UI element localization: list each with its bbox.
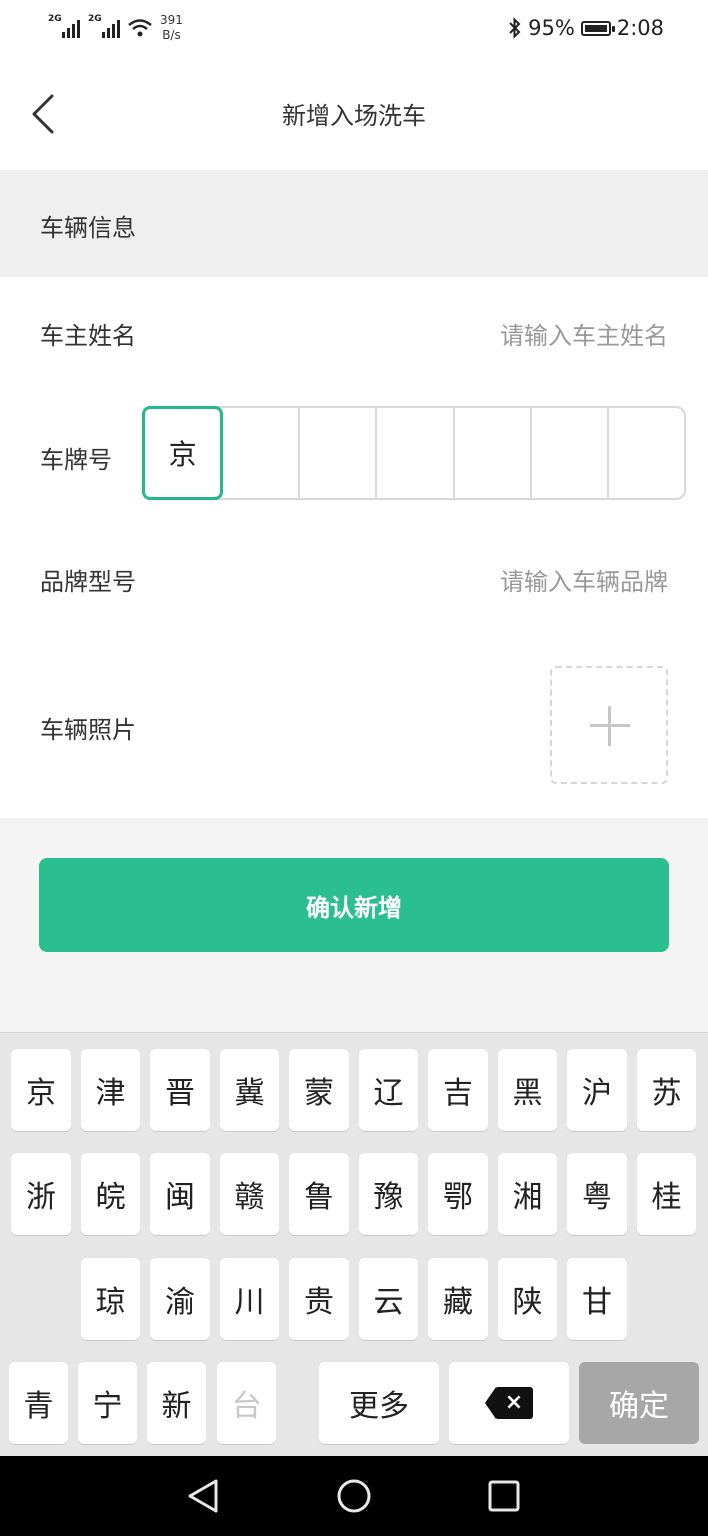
nav-bar: 新增入场洗车	[0, 60, 708, 170]
key-province[interactable]: 青	[9, 1362, 68, 1444]
key-province-disabled: 台	[217, 1362, 276, 1444]
key-province[interactable]: 川	[220, 1258, 279, 1340]
signal-2-icon: 2G	[88, 14, 120, 38]
key-province[interactable]: 津	[81, 1049, 140, 1131]
key-province[interactable]: 宁	[78, 1362, 137, 1444]
key-province[interactable]: 蒙	[289, 1049, 349, 1131]
wifi-icon	[128, 19, 152, 37]
key-province[interactable]: 苏	[637, 1049, 696, 1131]
key-province[interactable]: 豫	[359, 1153, 418, 1235]
key-province[interactable]: 辽	[359, 1049, 418, 1131]
plate-keyboard: 京 津 晋 冀 蒙 辽 吉 黑 沪 苏 浙 皖 闽 赣 鲁 豫 鄂 湘 粤 桂 …	[0, 1032, 708, 1456]
backspace-key[interactable]: ×	[449, 1362, 569, 1444]
key-province[interactable]: 琼	[81, 1258, 140, 1340]
key-province[interactable]: 贵	[289, 1258, 349, 1340]
key-province[interactable]: 陕	[498, 1258, 557, 1340]
nav-back-icon[interactable]	[186, 1478, 220, 1514]
key-province[interactable]: 京	[11, 1049, 71, 1131]
key-province[interactable]: 湘	[498, 1153, 557, 1235]
status-time: 2:08	[616, 16, 664, 40]
system-nav-bar	[0, 1456, 708, 1536]
owner-name-label: 车主姓名	[40, 322, 136, 350]
vehicle-info-section-header: 车辆信息	[0, 170, 708, 277]
plate-input[interactable]: 京	[142, 406, 686, 500]
net-speed: 391 B/s	[160, 13, 183, 43]
key-province[interactable]: 云	[359, 1258, 418, 1340]
plate-cell[interactable]	[532, 408, 609, 498]
key-province[interactable]: 藏	[428, 1258, 488, 1340]
page-title: 新增入场洗车	[282, 102, 426, 130]
key-province[interactable]: 浙	[11, 1153, 71, 1235]
signal-1-icon: 2G	[48, 14, 80, 38]
plate-cell[interactable]	[300, 408, 378, 498]
key-province[interactable]: 皖	[81, 1153, 140, 1235]
key-province[interactable]: 吉	[428, 1049, 488, 1131]
section-title: 车辆信息	[40, 214, 136, 242]
key-province[interactable]: 鲁	[289, 1153, 349, 1235]
photo-upload-button[interactable]	[550, 666, 668, 784]
status-bar: 2G 2G 391 B/s 95% 2:08	[0, 0, 708, 60]
net-speed-value: 391	[160, 13, 183, 27]
key-province[interactable]: 鄂	[428, 1153, 488, 1235]
key-province[interactable]: 赣	[220, 1153, 279, 1235]
key-province[interactable]: 晋	[150, 1049, 210, 1131]
plate-number-label: 车牌号	[40, 446, 112, 474]
more-key[interactable]: 更多	[319, 1362, 439, 1444]
key-province[interactable]: 新	[147, 1362, 206, 1444]
plate-cell[interactable]	[455, 408, 532, 498]
vehicle-photo-label: 车辆照片	[40, 716, 136, 744]
plate-cell[interactable]	[223, 408, 301, 498]
nav-home-icon[interactable]	[336, 1478, 372, 1514]
key-province[interactable]: 粤	[567, 1153, 627, 1235]
signal-2-label: 2G	[88, 14, 102, 24]
bluetooth-icon	[509, 17, 521, 39]
plate-cell[interactable]: 京	[142, 406, 224, 500]
nav-recents-icon[interactable]	[488, 1480, 520, 1512]
key-province[interactable]: 冀	[220, 1049, 279, 1131]
net-speed-unit: B/s	[162, 28, 181, 42]
key-province[interactable]: 沪	[567, 1049, 627, 1131]
owner-name-input[interactable]: 请输入车主姓名	[500, 316, 668, 351]
key-province[interactable]: 甘	[567, 1258, 627, 1340]
confirm-add-button[interactable]: 确认新增	[39, 858, 669, 952]
key-province[interactable]: 闽	[150, 1153, 210, 1235]
key-province[interactable]: 桂	[637, 1153, 696, 1235]
battery-icon	[580, 20, 615, 36]
signal-1-label: 2G	[48, 14, 62, 24]
key-province[interactable]: 黑	[498, 1049, 557, 1131]
brand-model-label: 品牌型号	[40, 568, 136, 596]
keyboard-confirm-key[interactable]: 确定	[579, 1362, 699, 1444]
key-province[interactable]: 渝	[150, 1258, 210, 1340]
plate-cell[interactable]	[609, 408, 684, 498]
status-right: 95% 2:08	[508, 16, 664, 40]
brand-model-input[interactable]: 请输入车辆品牌	[500, 562, 668, 597]
backspace-icon: ×	[485, 1387, 533, 1419]
battery-percent: 95%	[528, 16, 575, 40]
plate-cell[interactable]	[377, 408, 455, 498]
